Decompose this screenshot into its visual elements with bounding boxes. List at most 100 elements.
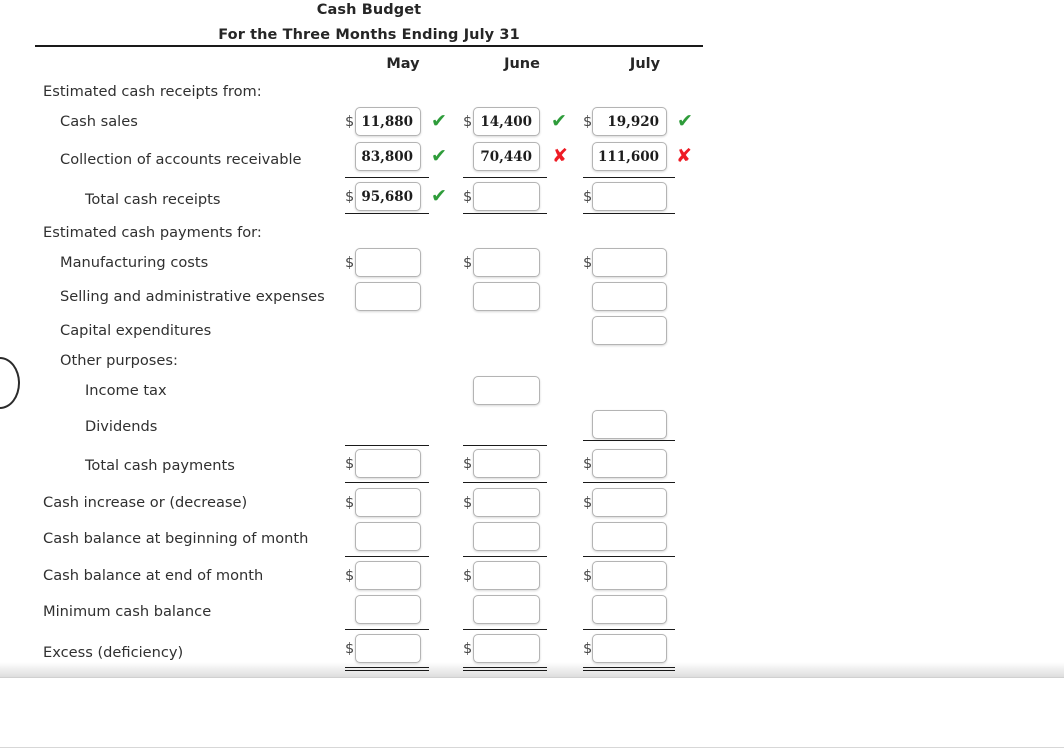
row-label-minimum-cash-balance: Minimum cash balance — [43, 603, 212, 620]
subtotal-rule — [463, 213, 547, 214]
input-manufacturing-costs-june[interactable] — [473, 248, 540, 277]
input-cash-balance-beginning-june[interactable] — [473, 522, 540, 551]
row-label-other-purposes: Other purposes: — [60, 352, 178, 369]
status-icon-incorrect-june: ✘ — [552, 145, 568, 167]
currency-symbol: $ — [463, 641, 473, 657]
input-minimum-cash-balance-may[interactable] — [355, 595, 421, 624]
input-cash-balance-end-july[interactable] — [592, 561, 667, 590]
currency-symbol: $ — [345, 641, 355, 657]
input-total-cash-receipts-june[interactable] — [473, 182, 540, 211]
input-minimum-cash-balance-june[interactable] — [473, 595, 540, 624]
row-label-collection-ar: Collection of accounts receivable — [60, 151, 302, 168]
currency-symbol: $ — [345, 456, 355, 472]
grand-total-double-rule — [583, 667, 675, 671]
input-total-cash-payments-may[interactable] — [355, 449, 421, 478]
currency-symbol: $ — [345, 189, 355, 205]
row-label-capital-expenditures: Capital expenditures — [60, 322, 212, 339]
input-manufacturing-costs-may[interactable] — [355, 248, 421, 277]
input-cash-increase-decrease-july[interactable] — [592, 488, 667, 517]
input-capital-expenditures-july[interactable] — [592, 316, 667, 345]
column-header-june: June — [504, 56, 540, 72]
subtotal-rule — [583, 213, 675, 214]
subtotal-rule — [463, 629, 547, 630]
input-total-cash-receipts-may[interactable] — [355, 182, 421, 211]
currency-symbol: $ — [583, 495, 593, 511]
currency-symbol: $ — [583, 189, 593, 205]
input-excess-deficiency-july[interactable] — [592, 634, 667, 663]
row-label-cash-increase-decrease: Cash increase or (decrease) — [43, 494, 248, 511]
input-total-cash-payments-july[interactable] — [592, 449, 667, 478]
subtotal-rule — [583, 629, 675, 630]
input-total-cash-receipts-july[interactable] — [592, 182, 667, 211]
currency-symbol: $ — [583, 456, 593, 472]
currency-symbol: $ — [463, 114, 473, 130]
status-icon-correct: ✔ — [431, 145, 447, 167]
subtotal-rule — [345, 213, 429, 214]
subtotal-rule — [345, 177, 429, 178]
page-root: Cash Budget For the Three Months Ending … — [0, 0, 1064, 748]
currency-symbol: $ — [583, 641, 593, 657]
page-subtitle: For the Three Months Ending July 31 — [218, 27, 520, 43]
row-label-estimated-cash-receipts: Estimated cash receipts from: — [43, 83, 262, 100]
row-label-cash-balance-end: Cash balance at end of month — [43, 567, 264, 584]
currency-symbol: $ — [463, 189, 473, 205]
status-icon-incorrect-july: ✘ — [676, 145, 692, 167]
input-income-tax-june[interactable] — [473, 376, 540, 405]
input-collection-ar-june[interactable] — [473, 142, 540, 171]
input-cash-balance-beginning-may[interactable] — [355, 522, 421, 551]
input-collection-ar-july[interactable] — [592, 142, 667, 171]
cash-budget-sheet: Cash Budget For the Three Months Ending … — [0, 0, 1064, 678]
subtotal-rule — [583, 177, 675, 178]
input-selling-admin-july[interactable] — [592, 282, 667, 311]
status-icon-correct: ✔ — [431, 185, 447, 207]
row-label-estimated-cash-payments: Estimated cash payments for: — [43, 224, 262, 241]
input-cash-balance-end-june[interactable] — [473, 561, 540, 590]
input-cash-sales-may[interactable] — [355, 107, 421, 136]
subtotal-rule — [463, 482, 547, 483]
budget-scroll-pane[interactable]: Cash Budget For the Three Months Ending … — [0, 0, 1064, 678]
row-label-dividends: Dividends — [85, 418, 158, 435]
input-selling-admin-june[interactable] — [473, 282, 540, 311]
grand-total-double-rule — [463, 667, 547, 671]
currency-symbol: $ — [463, 568, 473, 584]
subtotal-rule — [345, 482, 429, 483]
circle-annotation-icon — [0, 357, 20, 409]
input-collection-ar-may[interactable] — [355, 142, 421, 171]
row-label-selling-admin-expenses: Selling and administrative expenses — [60, 288, 325, 305]
currency-symbol: $ — [345, 255, 355, 271]
input-cash-balance-beginning-july[interactable] — [592, 522, 667, 551]
grand-total-double-rule — [345, 667, 429, 671]
input-total-cash-payments-june[interactable] — [473, 449, 540, 478]
input-cash-sales-july[interactable] — [592, 107, 667, 136]
currency-symbol: $ — [583, 255, 593, 271]
column-header-may: May — [386, 56, 420, 72]
currency-symbol: $ — [583, 114, 593, 130]
subtotal-rule — [463, 556, 547, 557]
input-excess-deficiency-may[interactable] — [355, 634, 421, 663]
footer-bar: Check My Work — [0, 678, 1064, 748]
subtotal-rule — [345, 556, 429, 557]
row-label-total-cash-payments: Total cash payments — [85, 457, 235, 474]
input-cash-increase-decrease-june[interactable] — [473, 488, 540, 517]
input-selling-admin-may[interactable] — [355, 282, 421, 311]
table-top-rule — [35, 45, 703, 47]
input-dividends-july[interactable] — [592, 410, 667, 439]
subtotal-rule — [583, 482, 675, 483]
input-manufacturing-costs-july[interactable] — [592, 248, 667, 277]
row-label-manufacturing-costs: Manufacturing costs — [60, 254, 209, 271]
input-cash-balance-end-may[interactable] — [355, 561, 421, 590]
subtotal-rule — [345, 629, 429, 630]
row-label-cash-balance-beginning: Cash balance at beginning of month — [43, 530, 309, 547]
page-title: Cash Budget — [316, 2, 422, 18]
input-cash-sales-june[interactable] — [473, 107, 540, 136]
input-minimum-cash-balance-july[interactable] — [592, 595, 667, 624]
subtotal-rule — [463, 445, 547, 446]
input-excess-deficiency-june[interactable] — [473, 634, 540, 663]
row-label-total-cash-receipts: Total cash receipts — [85, 191, 221, 208]
status-icon-correct: ✔ — [431, 110, 447, 132]
currency-symbol: $ — [345, 568, 355, 584]
column-header-july: July — [629, 56, 661, 72]
input-cash-increase-decrease-may[interactable] — [355, 488, 421, 517]
subtotal-rule — [345, 445, 429, 446]
subtotal-rule — [583, 556, 675, 557]
